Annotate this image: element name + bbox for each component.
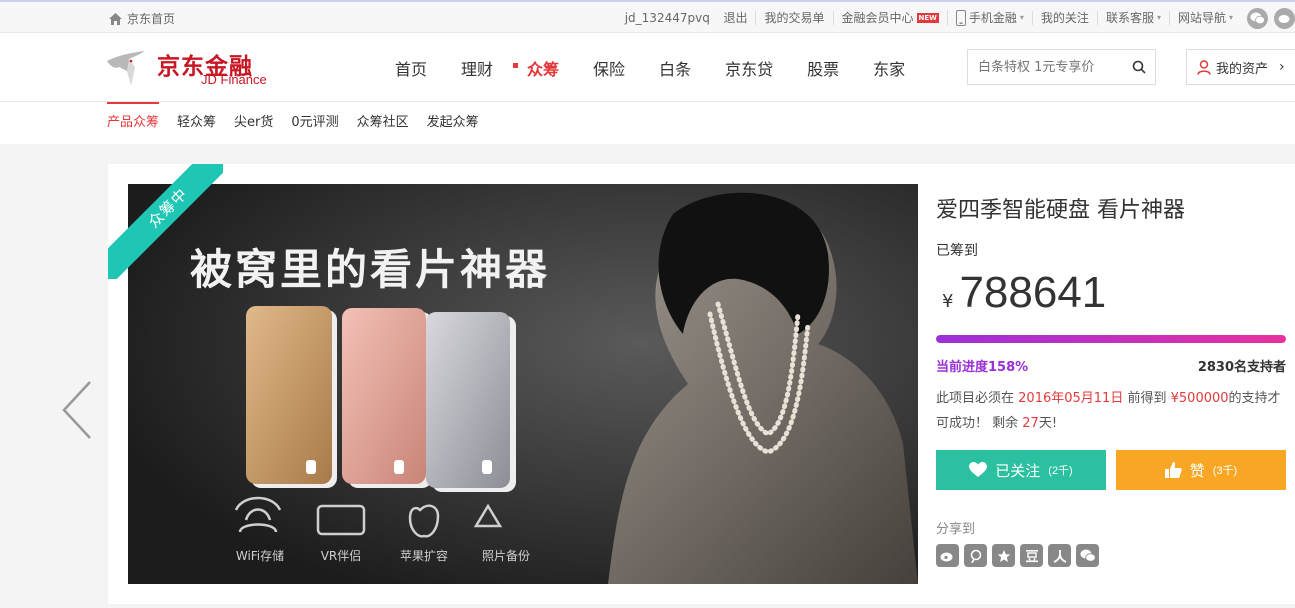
- like-button[interactable]: 赞 (3千): [1116, 450, 1286, 490]
- like-count: (3千): [1212, 465, 1238, 477]
- status-ribbon-label: 众筹中: [108, 164, 223, 279]
- main-header: 京东金融 JD Finance 首页 理财 众筹 保险 白条 京东贷 股票 东家…: [0, 33, 1295, 102]
- crowdfunding-subnav: 产品众筹 轻众筹 尖er货 0元评测 众筹社区 发起众筹: [0, 102, 1295, 144]
- raised-amount-value: 788641: [959, 268, 1107, 317]
- supporters-count: 2830名支持者: [1197, 360, 1286, 375]
- username: jd_132447pvq: [624, 11, 710, 25]
- vip-center-link[interactable]: 金融会员中心 NEW: [832, 11, 947, 25]
- status-ribbon: 众筹中: [108, 164, 223, 279]
- main-nav: 首页 理财 众筹 保险 白条 京东贷 股票 东家: [395, 56, 939, 80]
- nav-wealth[interactable]: 理财: [461, 56, 493, 80]
- nav-home[interactable]: 首页: [395, 56, 427, 80]
- thumbs-up-icon: [1164, 462, 1182, 478]
- weibo-icon[interactable]: [1274, 7, 1295, 29]
- nav-baitiao[interactable]: 白条: [659, 56, 691, 80]
- chevron-down-icon: ▾: [1156, 13, 1161, 22]
- douban-share-icon[interactable]: [1020, 544, 1043, 567]
- deadline-date: 2016年05月11日: [1018, 391, 1124, 406]
- logout-link[interactable]: 退出: [723, 11, 747, 25]
- top-bar: 京东首页 jd_132447pvq 退出 我的交易单 金融会员中心 NEW 手机金…: [0, 0, 1295, 33]
- project-description: 此项目必须在 2016年05月11日 前得到 ¥500000的支持才可成功！ 剩…: [936, 386, 1286, 436]
- subnav-community[interactable]: 众筹社区: [357, 102, 409, 144]
- search-input[interactable]: [968, 50, 1123, 84]
- drive-gold: [246, 306, 337, 488]
- days-unit: 天!: [1038, 416, 1058, 431]
- logo-dog-icon: [107, 51, 145, 85]
- chevron-left-icon[interactable]: [58, 378, 98, 442]
- site-nav-menu[interactable]: 网站导航 ▾: [1168, 11, 1241, 25]
- chevron-down-icon: ▾: [1019, 13, 1024, 22]
- feature-apple-label: 苹果扩容: [400, 548, 448, 563]
- nav-insurance[interactable]: 保险: [593, 56, 625, 80]
- qzone-share-icon[interactable]: [992, 544, 1015, 567]
- feature-vr-label: VR伴侣: [321, 548, 362, 563]
- my-assets-button[interactable]: 我的资产 ›: [1186, 49, 1295, 85]
- project-title: 爱四季智能硬盘 看片神器: [936, 198, 1185, 223]
- progress-text: 当前进度158%: [936, 360, 1029, 375]
- raised-amount: ¥ 788641: [936, 268, 1106, 318]
- progress-fill: [936, 335, 1286, 343]
- subnav-product-crowdfunding[interactable]: 产品众筹: [107, 102, 160, 144]
- nav-dongjia[interactable]: 东家: [873, 56, 905, 80]
- subnav-light-crowdfunding[interactable]: 轻众筹: [177, 102, 216, 144]
- feature-backup-label: 照片备份: [482, 549, 530, 563]
- nav-jd-loan[interactable]: 京东贷: [725, 56, 773, 80]
- tencent-weibo-share-icon[interactable]: [964, 544, 987, 567]
- subnav-free-review[interactable]: 0元评测: [291, 102, 338, 144]
- new-badge: NEW: [916, 13, 939, 23]
- follow-count: (2千): [1048, 465, 1073, 477]
- share-icons: [936, 544, 1099, 567]
- desc-prefix: 此项目必须在: [936, 391, 1015, 406]
- user-icon: [1197, 59, 1211, 75]
- logo-english-text: JD Finance: [201, 72, 267, 87]
- share-label: 分享到: [936, 522, 976, 537]
- follow-button[interactable]: 已关注 (2千): [936, 450, 1106, 490]
- phone-icon: [955, 10, 966, 26]
- currency-symbol: ¥: [942, 291, 954, 312]
- vip-center-label: 金融会员中心: [841, 11, 914, 25]
- progress-row: 当前进度158% 2830名支持者: [936, 356, 1286, 375]
- site-nav-label: 网站导航: [1177, 11, 1226, 25]
- top-bar-links: jd_132447pvq 退出 我的交易单 金融会员中心 NEW 手机金融 ▾ 我的…: [617, 7, 1295, 29]
- project-banner-image[interactable]: 被窝里的看片神器 WiFi存储 VR伴侣 苹果扩容 照片备份: [128, 184, 918, 584]
- days-left: 27: [1022, 416, 1039, 431]
- wechat-share-icon[interactable]: [1076, 544, 1099, 567]
- subnav-top-goods[interactable]: 尖er货: [234, 102, 273, 144]
- mobile-finance-link[interactable]: 手机金融 ▾: [946, 10, 1032, 26]
- follow-label: 已关注: [995, 462, 1041, 480]
- home-icon: [109, 12, 122, 25]
- progress-bar: [936, 335, 1286, 343]
- renren-share-icon[interactable]: [1048, 544, 1071, 567]
- username-link[interactable]: jd_132447pvq 退出: [617, 11, 756, 25]
- my-follow-link[interactable]: 我的关注: [1031, 11, 1097, 25]
- subnav-start-crowdfunding[interactable]: 发起众筹: [427, 102, 479, 144]
- banner-headline: 被窝里的看片神器: [190, 245, 550, 294]
- desc-mid: 前得到: [1127, 391, 1167, 406]
- nav-stocks[interactable]: 股票: [807, 56, 839, 80]
- heart-icon: [969, 462, 988, 477]
- jd-home-label: 京东首页: [127, 12, 176, 26]
- chevron-down-icon: ▾: [1228, 13, 1233, 22]
- drive-rose: [342, 308, 432, 488]
- raised-label: 已筹到: [936, 243, 978, 259]
- customer-service-label: 联系客服: [1105, 11, 1154, 25]
- search-icon[interactable]: [1132, 60, 1146, 74]
- banner-illustration: 被窝里的看片神器 WiFi存储 VR伴侣 苹果扩容 照片备份: [128, 184, 918, 584]
- feature-wifi-label: WiFi存储: [236, 548, 284, 563]
- jd-home-link[interactable]: 京东首页: [109, 10, 175, 27]
- like-label: 赞: [1189, 462, 1205, 480]
- customer-service-menu[interactable]: 联系客服 ▾: [1096, 11, 1169, 25]
- target-amount: ¥500000: [1170, 391, 1229, 406]
- search-box: [967, 49, 1156, 85]
- weibo-share-icon[interactable]: [936, 544, 959, 567]
- mobile-finance-label: 手机金融: [968, 11, 1017, 25]
- drive-silver: [426, 312, 516, 492]
- nav-crowdfunding[interactable]: 众筹: [513, 56, 559, 80]
- my-orders-link[interactable]: 我的交易单: [755, 11, 832, 25]
- chevron-right-icon: ›: [1279, 59, 1285, 75]
- my-assets-label: 我的资产: [1216, 61, 1269, 77]
- wechat-icon[interactable]: [1247, 7, 1268, 29]
